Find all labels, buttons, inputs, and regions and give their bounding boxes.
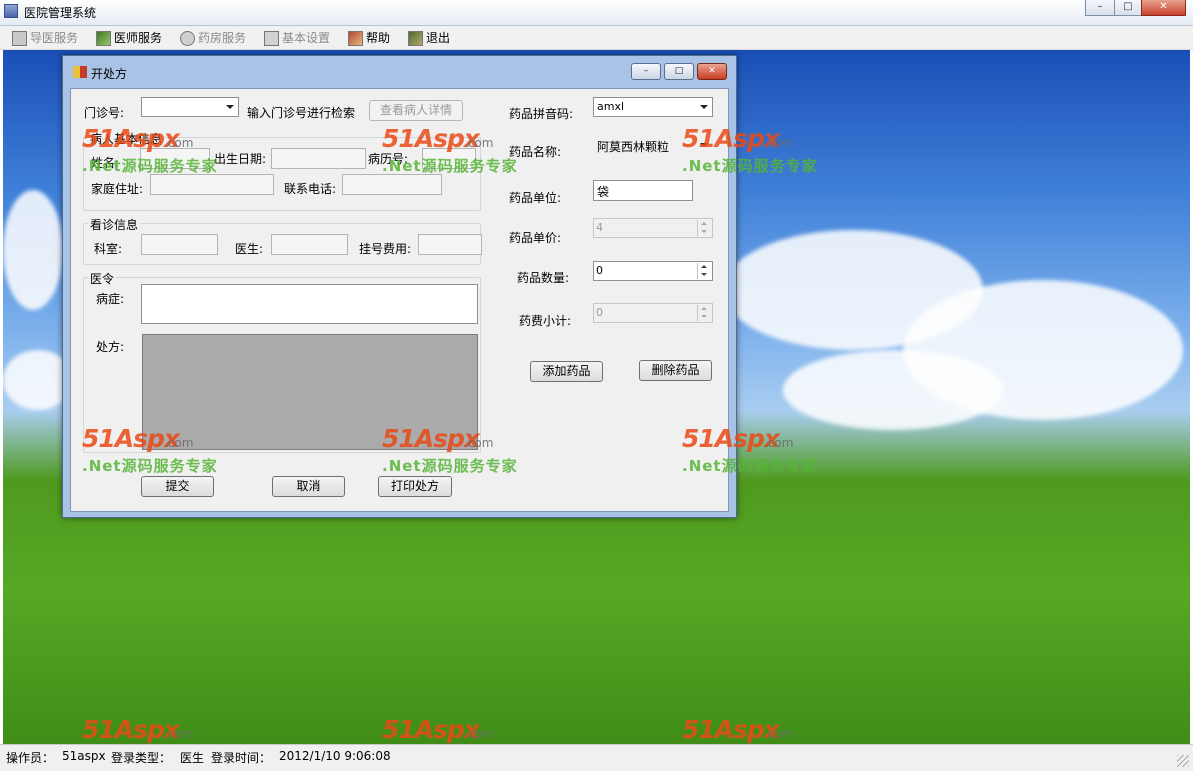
department-label: 科室: xyxy=(94,242,123,256)
cloud xyxy=(783,350,1003,430)
drug-name-label: 药品名称: xyxy=(509,145,562,159)
prescription-label: 处方: xyxy=(96,340,125,354)
resize-grip-icon[interactable] xyxy=(1177,755,1189,767)
spinner-buttons xyxy=(697,220,711,236)
login-time-value: 2012/1/10 9:06:08 xyxy=(279,749,391,763)
medical-order-group: 医令 病症: 处方: xyxy=(83,270,481,453)
app-title: 医院管理系统 xyxy=(24,6,97,20)
exit-icon xyxy=(408,31,423,46)
login-type-label: 登录类型： xyxy=(111,751,172,765)
patient-info-group: 病人基本信息 姓名: 出生日期: 病历号: 家庭住址: 联系电话: xyxy=(83,130,481,211)
patient-info-title: 病人基本信息 xyxy=(88,130,165,147)
login-type-value: 医生 xyxy=(180,751,205,765)
arrow-down-icon xyxy=(701,230,707,233)
arrow-up-icon[interactable] xyxy=(701,265,707,268)
status-bar: 操作员： 51aspx 登录类型： 医生 登录时间： 2012/1/10 9:0… xyxy=(0,744,1193,771)
app-titlebar: 医院管理系统 – □ ✕ xyxy=(0,0,1193,26)
drug-qty-spinner[interactable]: 0 xyxy=(593,261,713,281)
address-field[interactable] xyxy=(150,174,274,195)
maximize-button[interactable]: □ xyxy=(1114,0,1142,16)
add-drug-button[interactable]: 添加药品 xyxy=(530,361,603,382)
dialog-close-button[interactable]: ✕ xyxy=(697,63,727,80)
dialog-titlebar: 开处方 – □ ✕ xyxy=(63,56,736,88)
phone-field[interactable] xyxy=(342,174,442,195)
arrow-down-icon[interactable] xyxy=(701,273,707,276)
visit-info-title: 看诊信息 xyxy=(88,216,141,233)
dialog-client: 门诊号: 输入门诊号进行检索 查看病人详情 病人基本信息 姓名: 出生日期: 病… xyxy=(70,88,729,512)
registration-fee-field[interactable] xyxy=(418,234,482,255)
menu-guide-service[interactable]: 导医服务 xyxy=(12,29,78,47)
clinic-no-label: 门诊号: xyxy=(84,106,125,120)
drug-subtotal-label: 药费小计: xyxy=(519,314,572,328)
dialog-maximize-button[interactable]: □ xyxy=(664,63,694,80)
submit-button[interactable]: 提交 xyxy=(141,476,214,497)
view-patient-details-button[interactable]: 查看病人详情 xyxy=(369,100,463,121)
cancel-button[interactable]: 取消 xyxy=(272,476,345,497)
menu-help[interactable]: 帮助 xyxy=(348,29,390,47)
menu-bar: 导医服务 医师服务 药房服务 基本设置 帮助 退出 xyxy=(0,26,1193,50)
symptom-label: 病症: xyxy=(96,292,125,306)
print-prescription-button[interactable]: 打印处方 xyxy=(378,476,452,497)
birth-date-label: 出生日期: xyxy=(214,152,267,166)
arrow-up-icon xyxy=(701,307,707,310)
chevron-down-icon[interactable] xyxy=(226,105,234,109)
prescription-grid[interactable] xyxy=(142,334,478,450)
guide-icon xyxy=(12,31,27,46)
drug-unit-field[interactable]: 袋 xyxy=(593,180,693,201)
dialog-minimize-button[interactable]: – xyxy=(631,63,661,80)
help-icon xyxy=(348,31,363,46)
record-no-field[interactable] xyxy=(422,148,476,169)
minimize-button[interactable]: – xyxy=(1085,0,1115,16)
arrow-up-icon xyxy=(701,222,707,225)
doctor-icon xyxy=(96,31,111,46)
cloud xyxy=(3,190,63,310)
patient-name-field[interactable] xyxy=(140,148,210,169)
department-field[interactable] xyxy=(141,234,218,255)
prescription-dialog: 开处方 – □ ✕ 门诊号: 输入门诊号进行检索 查看病人详情 病人基本信息 姓… xyxy=(62,55,737,518)
drug-pinyin-label: 药品拼音码: xyxy=(509,107,574,121)
birth-date-field[interactable] xyxy=(271,148,366,169)
doctor-label: 医生: xyxy=(235,242,264,256)
dialog-title: 开处方 xyxy=(91,67,128,81)
menu-basic-settings[interactable]: 基本设置 xyxy=(264,29,330,47)
drug-subtotal-spinner[interactable]: 0 xyxy=(593,303,713,323)
menu-pharmacy-service[interactable]: 药房服务 xyxy=(180,29,246,47)
chevron-down-icon[interactable] xyxy=(700,143,708,147)
record-no-label: 病历号: xyxy=(368,152,409,166)
drug-name-combo[interactable]: 阿莫西林颗粒 xyxy=(593,135,713,155)
address-label: 家庭住址: xyxy=(91,182,144,196)
delete-drug-button[interactable]: 删除药品 xyxy=(639,360,712,381)
prescription-icon xyxy=(73,66,87,78)
app-icon xyxy=(4,4,18,18)
visit-info-group: 看诊信息 科室: 医生: 挂号费用: xyxy=(83,216,482,265)
drug-price-label: 药品单价: xyxy=(509,231,562,245)
pharmacy-icon xyxy=(180,31,195,46)
drug-price-spinner[interactable]: 4 xyxy=(593,218,713,238)
clinic-no-combo[interactable] xyxy=(141,97,239,117)
medical-order-title: 医令 xyxy=(88,270,117,287)
menu-exit[interactable]: 退出 xyxy=(408,29,450,47)
settings-icon xyxy=(264,31,279,46)
operator-label: 操作员： xyxy=(6,751,55,765)
drug-unit-label: 药品单位: xyxy=(509,191,562,205)
drug-qty-label: 药品数量: xyxy=(517,271,570,285)
chevron-down-icon[interactable] xyxy=(700,105,708,109)
spinner-buttons[interactable] xyxy=(697,263,711,279)
operator-value: 51aspx xyxy=(62,749,106,763)
arrow-down-icon xyxy=(701,315,707,318)
drug-pinyin-combo[interactable]: amxl xyxy=(593,97,713,117)
spinner-buttons xyxy=(697,305,711,321)
registration-fee-label: 挂号费用: xyxy=(359,242,412,256)
doctor-field[interactable] xyxy=(271,234,348,255)
login-time-label: 登录时间： xyxy=(211,751,272,765)
menu-doctor-service[interactable]: 医师服务 xyxy=(96,29,162,47)
patient-name-label: 姓名: xyxy=(91,156,120,170)
clinic-no-hint: 输入门诊号进行检索 xyxy=(247,106,356,120)
close-button[interactable]: ✕ xyxy=(1141,0,1186,16)
symptom-field[interactable] xyxy=(141,284,478,324)
phone-label: 联系电话: xyxy=(284,182,337,196)
